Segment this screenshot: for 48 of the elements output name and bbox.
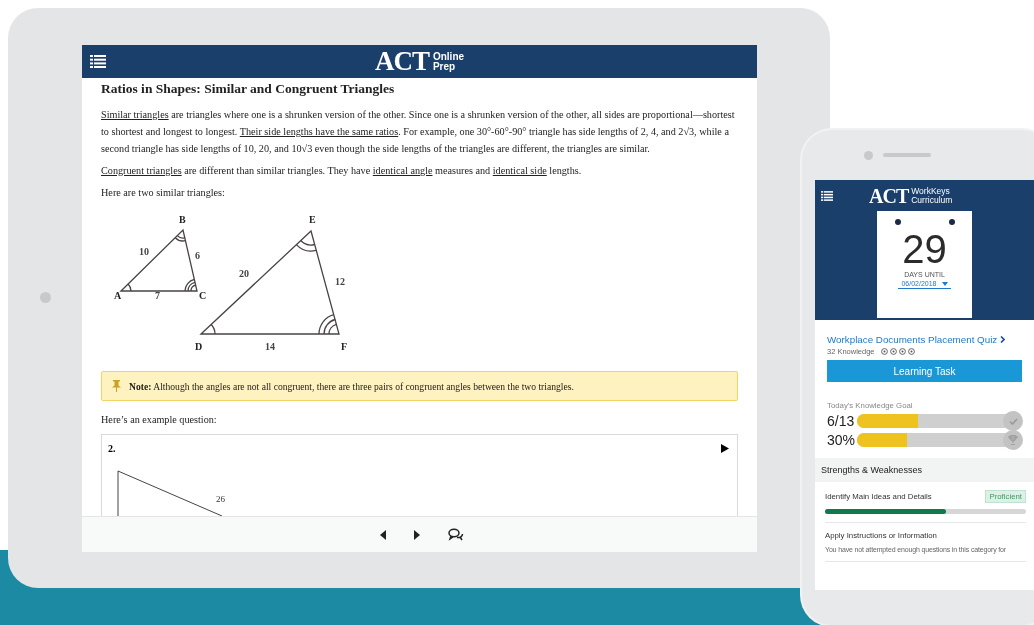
- chevron-icon: [1000, 336, 1006, 343]
- logo-text: ACT: [374, 48, 429, 75]
- speaker-slot: [882, 153, 931, 157]
- section-header: Strengths & Weaknesses: [815, 458, 1034, 482]
- check-icon: [1008, 417, 1018, 425]
- link[interactable]: Similar triangles: [101, 109, 169, 120]
- menu-icon[interactable]: [90, 55, 106, 68]
- logo-text: ACT: [869, 186, 909, 206]
- previous-icon[interactable]: [380, 529, 386, 540]
- quiz-link[interactable]: Workplace Documents Placement Quiz: [827, 334, 1022, 345]
- paragraph: Here’s an example question:: [101, 413, 218, 427]
- goal-reading: 6/13: [827, 413, 855, 429]
- chat-icon[interactable]: [448, 528, 464, 541]
- paragraph: Here are two similar triangles:: [101, 186, 226, 200]
- side-length-label: 20: [239, 268, 249, 279]
- caret-icon: [941, 281, 948, 286]
- side-length-label: 12: [335, 276, 345, 287]
- lesson-title: Ratios in Shapes: Similar and Congruent Triangles: [101, 81, 396, 97]
- side-length-label: 26: [216, 494, 225, 504]
- menu-icon[interactable]: [821, 191, 833, 201]
- paragraph: Similar triangles are triangles where one is a shrunken version of the other. Since one is a shrunken version of the other, all sides are proportional—shortest to shortest and longest to longest. Their side lengths have the same ratios. For example, one 30°-60°-90° triangle has side lengths of 2, 4, and 2√3, while a second triangle has side lengths of 10, 20, and 10√3 even though the side lengths of the triangles are different, the triangles are similar.: [101, 108, 736, 156]
- camera-dot: [863, 150, 873, 160]
- next-icon[interactable]: [414, 529, 420, 540]
- vertex-label: D: [195, 341, 203, 352]
- side-length-label: 7: [155, 290, 160, 301]
- vertex-label: F: [341, 341, 348, 352]
- days-count: 29: [902, 227, 947, 271]
- link[interactable]: identical side: [492, 165, 547, 176]
- pin-icon: [112, 380, 121, 392]
- side-length-label: 10: [139, 246, 149, 257]
- paragraph: Congruent triangles are different than similar triangles. They have identical angle measures and identical side lengths.: [101, 164, 583, 178]
- side-length-label: 14: [265, 341, 275, 352]
- calendar-ring: [894, 219, 901, 225]
- calendar-ring: [948, 219, 955, 225]
- link[interactable]: Congruent triangles: [101, 165, 182, 176]
- play-icon[interactable]: [721, 444, 729, 453]
- vertex-label: B: [179, 214, 186, 225]
- trophy-icon: [1008, 435, 1018, 445]
- side-length-label: 6: [195, 250, 200, 261]
- vertex-label: A: [114, 290, 122, 301]
- note-text: Note: Although the angles are not all congruent, there are three pairs of congruent angles between the two triangles.: [129, 380, 574, 392]
- logo-subtitle: Online Prep: [432, 51, 465, 72]
- vertex-label: C: [199, 290, 207, 301]
- vertex-label: E: [309, 214, 316, 225]
- goal-reading: 30%: [827, 432, 855, 448]
- question-number: 2.: [108, 443, 116, 454]
- logo-subtitle: WorkKeys Curriculum: [911, 187, 953, 205]
- link[interactable]: identical angle: [372, 165, 433, 176]
